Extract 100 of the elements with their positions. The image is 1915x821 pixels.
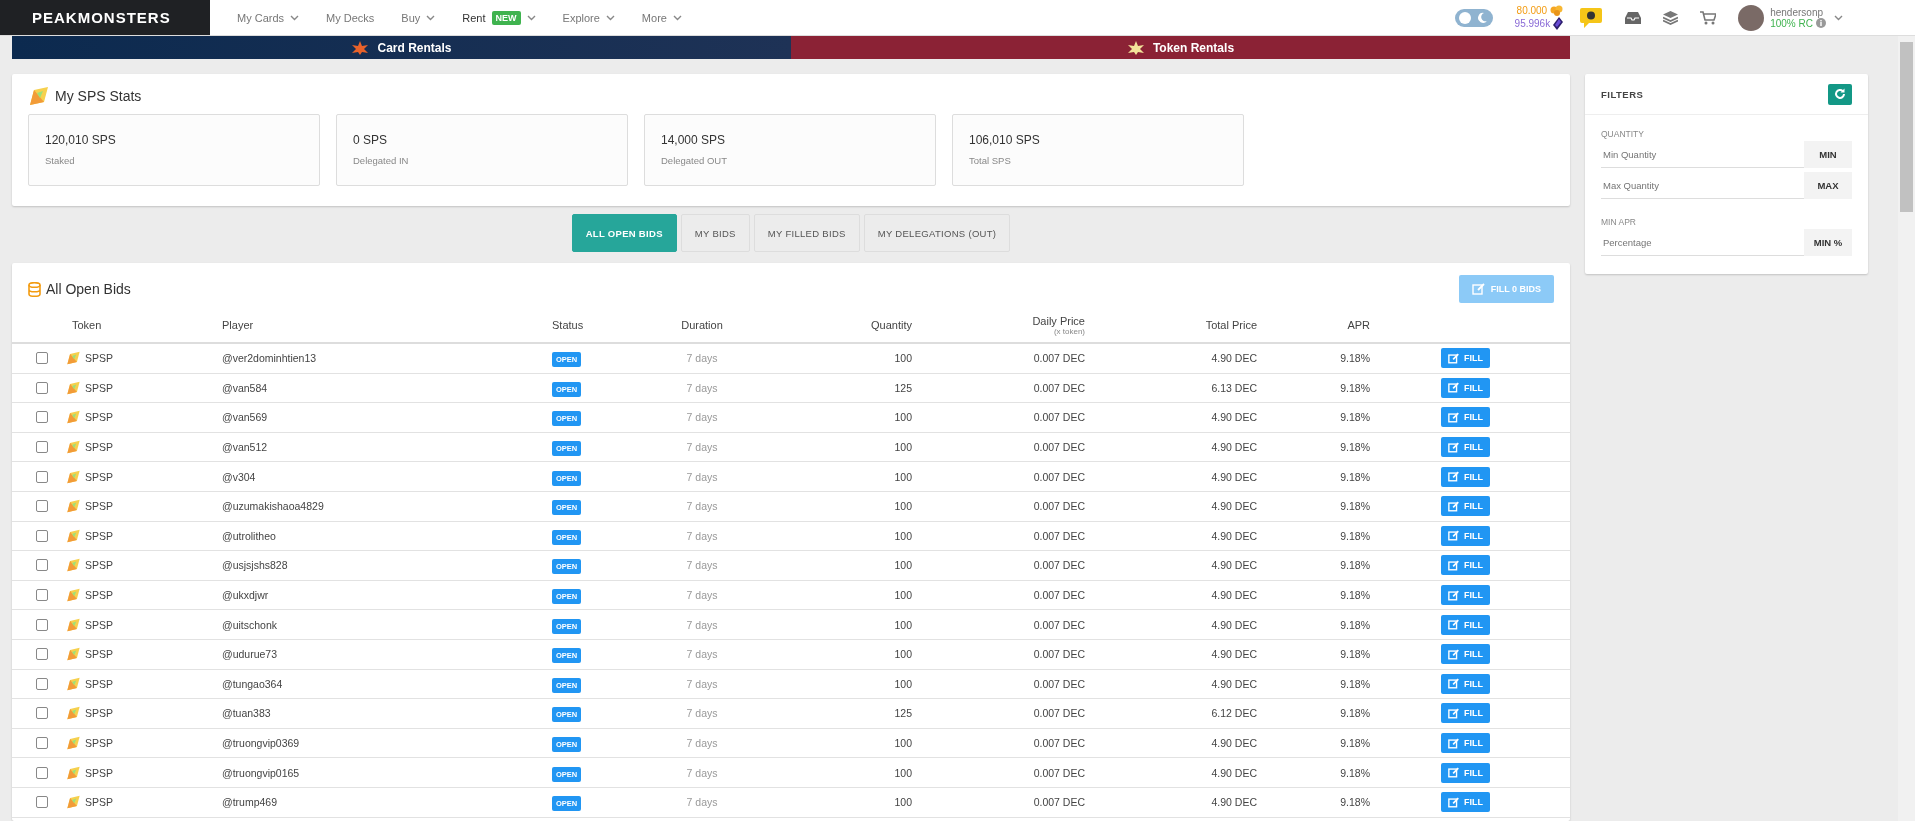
token-name: SPSP <box>85 737 113 749</box>
fill-button[interactable]: FILL <box>1441 407 1490 428</box>
row-checkbox[interactable] <box>36 677 48 690</box>
daily-price-cell-text: 0.007 DEC <box>1032 559 1085 572</box>
fill-button[interactable]: FILL <box>1441 348 1490 369</box>
row-checkbox[interactable] <box>36 618 48 631</box>
row-checkbox[interactable] <box>36 707 48 720</box>
scrollbar[interactable] <box>1898 36 1915 821</box>
quantity-cell-text: 100 <box>893 766 912 779</box>
nav-item[interactable]: Explore <box>562 11 615 24</box>
avatar[interactable] <box>1738 4 1765 31</box>
player-name: @van584 <box>222 381 269 394</box>
fill-button[interactable]: FILL <box>1441 496 1490 517</box>
daily-price-cell-text: 0.007 DEC <box>1032 766 1085 779</box>
nav-item[interactable]: My Decks <box>326 11 375 24</box>
row-checkbox[interactable] <box>36 559 48 572</box>
column-header: APR <box>1346 319 1370 331</box>
token-icon <box>66 410 81 425</box>
column-header: Status <box>552 319 585 331</box>
player-name: @v304 <box>222 470 257 483</box>
fill-button[interactable]: FILL <box>1441 585 1490 606</box>
fill-button[interactable]: FILL <box>1441 762 1490 783</box>
theme-toggle[interactable] <box>1454 8 1493 27</box>
layers-icon[interactable] <box>1663 10 1679 25</box>
tab[interactable]: MY DELEGATIONS (OUT) <box>863 214 1011 252</box>
token-name: SPSP <box>85 381 113 394</box>
tab[interactable]: ALL OPEN BIDS <box>571 214 677 252</box>
filter-button[interactable]: MIN % <box>1804 229 1852 256</box>
row-checkbox[interactable] <box>36 352 48 365</box>
token-name: SPSP <box>85 411 113 424</box>
rental-banner[interactable]: Token Rentals <box>791 36 1570 59</box>
filter-button[interactable]: MIN <box>1804 141 1852 168</box>
token-icon <box>66 736 81 750</box>
player-name: @tungao364 <box>222 677 284 690</box>
nav-item[interactable]: Rent NEW <box>462 10 536 25</box>
fill-button[interactable]: FILL <box>1441 792 1490 813</box>
apr-cell-text: 9.18% <box>1339 529 1370 542</box>
apr-cell-text: 9.18% <box>1339 677 1370 690</box>
fill-button[interactable]: FILL <box>1441 733 1490 753</box>
total-price-cell-text: 4.90 DEC <box>1210 766 1257 779</box>
cart-icon[interactable] <box>1700 10 1717 25</box>
quantity-cell-text: 100 <box>893 677 912 690</box>
brand-logo[interactable]: PEAKMONSTERS <box>0 0 210 35</box>
row-checkbox[interactable] <box>36 500 48 513</box>
stat-value: 120,010 SPS <box>45 133 117 147</box>
quantity-cell-text: 100 <box>893 441 912 454</box>
fill-button[interactable]: FILL <box>1441 703 1490 724</box>
filter-button[interactable]: MAX <box>1804 172 1852 199</box>
apr-cell-text: 9.18% <box>1339 648 1370 661</box>
caret-icon[interactable] <box>1834 14 1843 21</box>
inbox-icon[interactable] <box>1625 11 1642 24</box>
apr-cell-text: 9.18% <box>1339 411 1370 424</box>
nav-item[interactable]: My Cards <box>237 11 300 24</box>
row-checkbox[interactable] <box>36 470 48 483</box>
player-name: @usjsjshs828 <box>222 559 289 572</box>
row-checkbox[interactable] <box>36 411 48 424</box>
row-checkbox[interactable] <box>36 441 48 454</box>
nav-item[interactable]: Buy <box>401 11 436 24</box>
fill-button[interactable]: FILL <box>1441 614 1490 635</box>
row-checkbox[interactable] <box>36 737 48 749</box>
info-icon[interactable] <box>1816 18 1826 28</box>
quantity-cell-text: 100 <box>893 737 912 749</box>
duration-cell-text: 7 days <box>685 707 719 720</box>
fill-button[interactable]: FILL <box>1441 555 1490 576</box>
duration-cell-text: 7 days <box>685 766 719 779</box>
daily-price-cell-text: 0.007 DEC <box>1032 441 1085 454</box>
token-icon <box>66 588 81 603</box>
fill-button[interactable]: FILL <box>1441 437 1490 458</box>
fill-button[interactable]: FILL <box>1441 466 1490 487</box>
tab[interactable]: MY BIDS <box>680 214 750 252</box>
fill-button[interactable]: FILL <box>1441 644 1490 665</box>
rc-level: 100% RC <box>1770 17 1813 29</box>
row-checkbox[interactable] <box>36 589 48 602</box>
row-checkbox[interactable] <box>36 529 48 542</box>
card-title: All Open Bids <box>46 281 131 297</box>
total-price-cell-text: 4.90 DEC <box>1210 589 1257 602</box>
row-checkbox[interactable] <box>36 381 48 394</box>
fill-button[interactable]: FILL <box>1441 525 1490 546</box>
daily-price-cell-text: 0.007 DEC <box>1032 737 1085 749</box>
token-icon <box>66 647 81 662</box>
fill-button[interactable]: FILL <box>1441 673 1490 694</box>
edit-icon <box>1448 619 1460 631</box>
total-price-cell-text: 4.90 DEC <box>1210 737 1257 749</box>
quantity-cell-text: 100 <box>893 500 912 513</box>
refresh-button[interactable] <box>1828 83 1852 105</box>
column-header: Quantity <box>870 319 912 331</box>
row-checkbox[interactable] <box>36 648 48 661</box>
row-checkbox[interactable] <box>36 796 48 809</box>
player-name: @ver2dominhtien13 <box>222 352 318 365</box>
token-name: SPSP <box>85 352 113 365</box>
total-price-cell-text: 4.90 DEC <box>1210 411 1257 424</box>
fill-button[interactable]: FILL <box>1441 377 1490 398</box>
stat-value: 14,000 SPS <box>661 133 727 147</box>
tab[interactable]: MY FILLED BIDS <box>753 214 860 252</box>
username[interactable]: hendersonp <box>1770 6 1826 18</box>
nav-item[interactable]: More <box>641 11 682 24</box>
row-checkbox[interactable] <box>36 766 48 779</box>
edit-icon <box>1448 530 1460 542</box>
rental-banner[interactable]: Card Rentals <box>12 36 791 59</box>
chat-icon[interactable] <box>1579 6 1604 29</box>
